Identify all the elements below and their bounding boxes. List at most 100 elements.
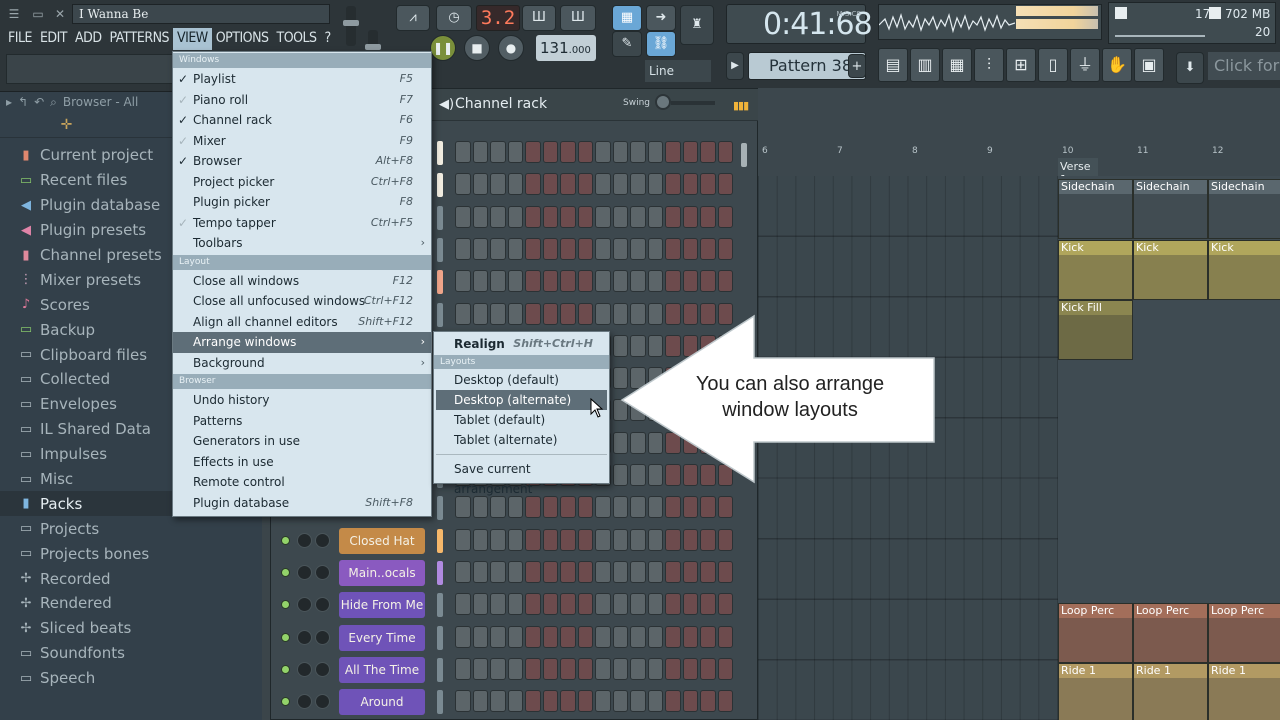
step-button[interactable]	[472, 690, 488, 713]
view-menu-effects-in-use[interactable]: Effects in use	[173, 452, 431, 473]
realign-item[interactable]: Realign Shift+Ctrl+H	[434, 334, 609, 354]
step-button[interactable]	[595, 141, 611, 163]
menu-file[interactable]: FILE	[4, 28, 36, 50]
typing-keyboard-icon[interactable]: ▦	[612, 5, 642, 31]
view-menu-patterns[interactable]: Patterns	[173, 411, 431, 432]
step-button[interactable]	[455, 528, 471, 551]
step-button[interactable]	[542, 625, 558, 648]
step-button[interactable]	[525, 690, 541, 713]
step-button[interactable]	[717, 141, 733, 163]
channel-select-indicator[interactable]	[437, 625, 443, 650]
step-button[interactable]	[717, 496, 733, 519]
browser-item-recorded[interactable]: ✢ Recorded	[0, 566, 262, 591]
step-button[interactable]	[560, 302, 576, 325]
channel-select-indicator[interactable]	[437, 657, 443, 682]
step-button[interactable]	[647, 625, 663, 648]
maximize-icon[interactable]: ▭	[28, 4, 48, 24]
step-button[interactable]	[542, 173, 558, 196]
playlist-clip[interactable]: Sidechain	[1208, 179, 1280, 239]
save-arrangement-item[interactable]: Save current arrangement	[434, 459, 609, 496]
step-button[interactable]	[490, 302, 506, 325]
step-button[interactable]	[490, 173, 506, 196]
step-button[interactable]	[472, 270, 488, 293]
step-button[interactable]	[647, 528, 663, 551]
step-button[interactable]	[577, 205, 593, 228]
step-button[interactable]	[472, 496, 488, 519]
pencil-icon[interactable]: ✎	[612, 31, 642, 57]
step-button[interactable]	[717, 205, 733, 228]
step-button[interactable]	[490, 205, 506, 228]
step-button[interactable]	[560, 496, 576, 519]
step-button[interactable]	[507, 593, 523, 616]
step-button[interactable]	[542, 302, 558, 325]
playlist-clip[interactable]: Kick	[1058, 239, 1133, 300]
step-button[interactable]	[507, 270, 523, 293]
step-button[interactable]	[507, 205, 523, 228]
step-button[interactable]	[647, 657, 663, 680]
channel-name-button[interactable]: Closed Hat	[339, 527, 425, 554]
tempo-display[interactable]: 131.000	[536, 35, 596, 61]
channel-volume-knob[interactable]	[315, 532, 330, 548]
step-button[interactable]	[560, 690, 576, 713]
step-button[interactable]	[525, 205, 541, 228]
view-menu-channel-rack[interactable]: ✓ Channel rack F6	[173, 110, 431, 131]
channel-select-indicator[interactable]	[437, 302, 443, 327]
step-button[interactable]	[700, 205, 716, 228]
menu-edit[interactable]: EDIT	[36, 28, 71, 50]
playlist-clip[interactable]: Ride 1	[1133, 663, 1208, 720]
step-button[interactable]	[700, 496, 716, 519]
channel-volume-knob[interactable]	[315, 694, 330, 710]
browser-search-icon[interactable]: ⌕	[50, 95, 57, 110]
step-button[interactable]	[682, 496, 698, 519]
step-button[interactable]	[577, 237, 593, 260]
news-hint[interactable]: Click for	[1208, 52, 1280, 80]
step-button[interactable]	[560, 237, 576, 260]
browser-back-icon[interactable]: ↰	[18, 95, 28, 109]
step-button[interactable]	[560, 528, 576, 551]
step-button[interactable]	[542, 270, 558, 293]
tempo-tapper-icon[interactable]: ✋	[1102, 48, 1132, 82]
step-button[interactable]	[542, 560, 558, 583]
view-menu-piano-roll[interactable]: ✓ Piano roll F7	[173, 90, 431, 111]
step-button[interactable]	[525, 657, 541, 680]
view-menu-close-all-unfocused-windows[interactable]: Close all unfocused windows Ctrl+F12	[173, 291, 431, 312]
layout-desktop-alternate[interactable]: Desktop (alternate)	[436, 390, 607, 410]
menu-view[interactable]: VIEW	[173, 28, 212, 50]
step-button[interactable]	[665, 560, 681, 583]
step-button[interactable]	[577, 141, 593, 163]
step-button[interactable]	[717, 270, 733, 293]
step-button[interactable]	[682, 237, 698, 260]
channel-name-button[interactable]: Main..ocals	[339, 559, 425, 586]
step-button[interactable]	[507, 302, 523, 325]
step-button[interactable]	[577, 528, 593, 551]
step-button[interactable]	[665, 205, 681, 228]
view-menu-tempo-tapper[interactable]: ✓ Tempo tapper Ctrl+F5	[173, 213, 431, 234]
layout-tablet-alternate[interactable]: Tablet (alternate)	[434, 430, 609, 450]
channel-mute-led[interactable]	[281, 600, 290, 610]
step-button[interactable]	[472, 205, 488, 228]
close-icon[interactable]: ✕	[50, 4, 70, 24]
step-button[interactable]	[542, 141, 558, 163]
step-button[interactable]	[560, 173, 576, 196]
menu-icon[interactable]: ☰	[4, 4, 24, 24]
browser-item-projects[interactable]: ▭ Projects	[0, 516, 262, 541]
step-button[interactable]	[577, 270, 593, 293]
step-button[interactable]	[542, 657, 558, 680]
step-button[interactable]	[490, 625, 506, 648]
step-button[interactable]	[472, 657, 488, 680]
channel-volume-knob[interactable]	[315, 629, 330, 645]
step-button[interactable]	[595, 625, 611, 648]
step-button[interactable]	[630, 560, 646, 583]
menu-patterns[interactable]: PATTERNS	[106, 28, 174, 50]
step-button[interactable]	[542, 205, 558, 228]
channel-mute-led[interactable]	[281, 697, 290, 707]
step-button[interactable]	[717, 625, 733, 648]
step-button[interactable]	[472, 141, 488, 163]
step-button[interactable]	[455, 141, 471, 163]
playlist-clip[interactable]: Kick	[1208, 239, 1280, 300]
pattern-song-display[interactable]: 3.2	[476, 5, 520, 31]
step-button[interactable]	[717, 173, 733, 196]
swing-slider[interactable]	[671, 101, 715, 105]
countdown-icon[interactable]: ◷	[436, 5, 472, 31]
step-button[interactable]	[630, 237, 646, 260]
